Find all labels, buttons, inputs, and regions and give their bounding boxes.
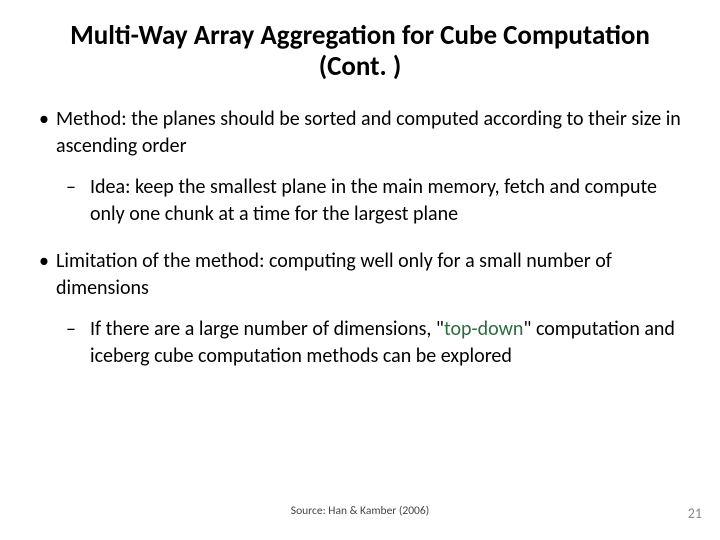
bullet-item-1: • Method: the planes should be sorted an… bbox=[32, 106, 688, 160]
bullet-text: Method: the planes should be sorted and … bbox=[56, 106, 688, 160]
bullet-item-2: • Limitation of the method: computing we… bbox=[32, 248, 688, 302]
slide-title: Multi-Way Array Aggregation for Cube Com… bbox=[60, 20, 660, 82]
bullet-marker: • bbox=[32, 106, 56, 160]
bullet-text: Idea: keep the smallest plane in the mai… bbox=[90, 174, 688, 228]
bullet-item-2a: – If there are a large number of dimensi… bbox=[66, 316, 688, 370]
bullet-list: • Method: the planes should be sorted an… bbox=[32, 106, 688, 370]
dash-marker: – bbox=[66, 174, 90, 228]
bullet-marker: • bbox=[32, 248, 56, 302]
bullet-text: If there are a large number of dimension… bbox=[90, 316, 688, 370]
slide: Multi-Way Array Aggregation for Cube Com… bbox=[0, 0, 720, 540]
bullet-item-1a: – Idea: keep the smallest plane in the m… bbox=[66, 174, 688, 228]
text-pre: If there are a large number of dimension… bbox=[90, 317, 444, 341]
highlight-text: top-down bbox=[444, 317, 523, 341]
dash-marker: – bbox=[66, 316, 90, 370]
bullet-text: Limitation of the method: computing well… bbox=[56, 248, 688, 302]
source-citation: Source: Han & Kamber (2006) bbox=[0, 504, 720, 518]
page-number: 21 bbox=[688, 505, 702, 522]
